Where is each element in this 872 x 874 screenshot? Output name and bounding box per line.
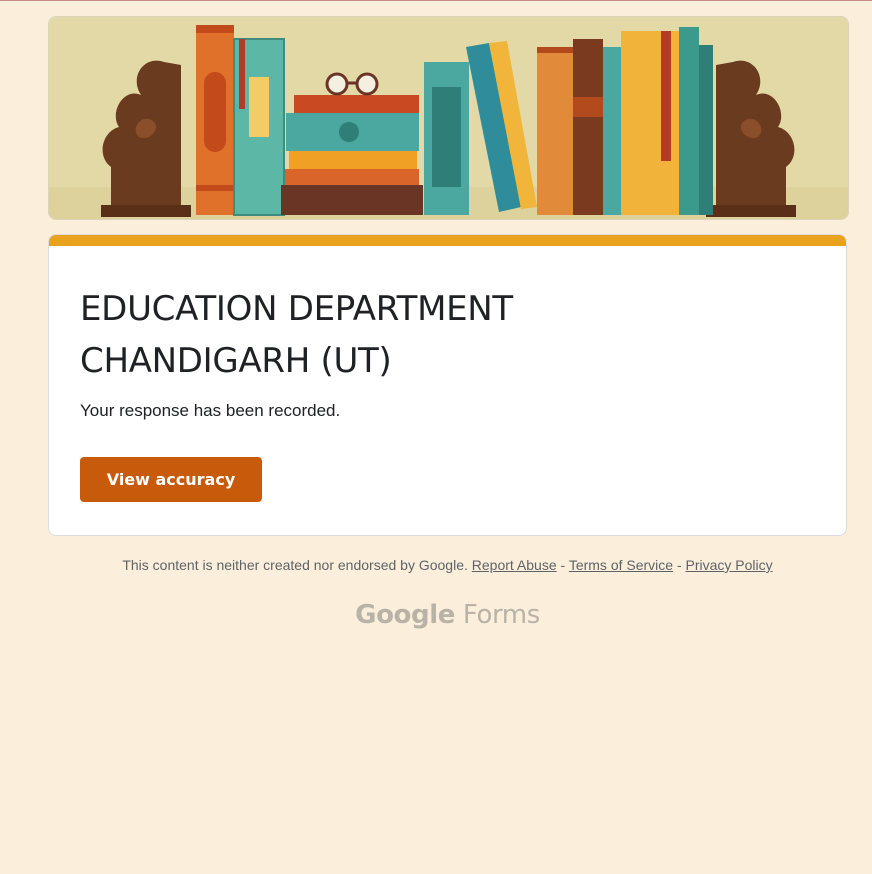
footer-separator: - [560,557,566,573]
top-border [0,0,872,1]
forms-wordmark: Forms [462,600,540,630]
terms-of-service-link[interactable]: Terms of Service [569,557,673,573]
bookshelf-illustration [49,17,848,219]
footer-disclaimer: This content is neither created nor endo… [48,557,847,573]
report-abuse-link[interactable]: Report Abuse [472,557,557,573]
form-title: EDUCATION DEPARTMENT CHANDIGARH (UT) [80,289,513,381]
header-banner [48,16,849,220]
google-forms-logo[interactable]: Google Forms [0,600,872,630]
privacy-policy-link[interactable]: Privacy Policy [686,557,773,573]
footer-separator: - [676,557,682,573]
google-wordmark: Google [355,600,455,630]
confirmation-message: Your response has been recorded. [80,401,341,420]
confirmation-card: EDUCATION DEPARTMENT CHANDIGARH (UT) You… [48,234,847,536]
disclaimer-text: This content is neither created nor endo… [122,557,468,573]
view-accuracy-button[interactable]: View accuracy [80,457,262,502]
card-accent-bar [49,235,846,246]
